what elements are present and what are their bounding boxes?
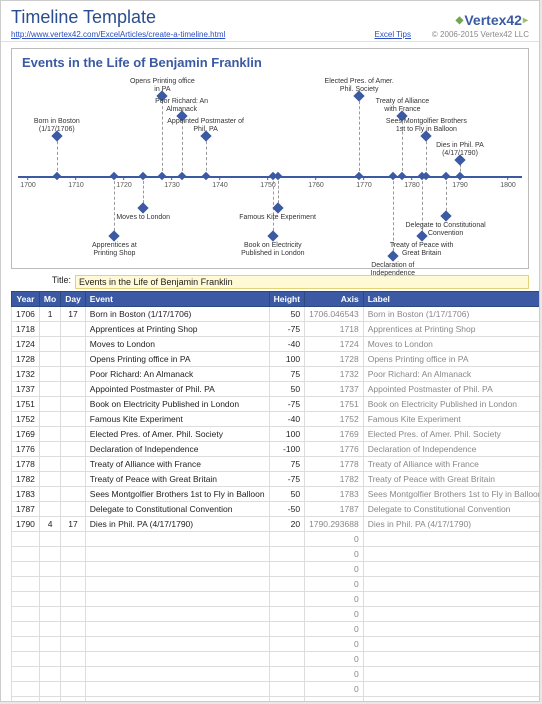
event-label: Treaty of Peace with Great Britain <box>383 242 461 257</box>
table-row[interactable]: 0 <box>12 697 541 703</box>
table-row[interactable]: 1737Appointed Postmaster of Phil. PA5017… <box>12 382 541 397</box>
document-header: Timeline Template ◆ Vertex42 ▸ http://ww… <box>1 1 539 42</box>
col-height: Height <box>269 292 304 307</box>
page-title: Timeline Template <box>11 7 156 28</box>
x-tick: 1700 <box>20 176 36 189</box>
table-row[interactable]: 0 <box>12 652 541 667</box>
table-row[interactable]: 1706117Born in Boston (1/17/1706)501706.… <box>12 307 541 322</box>
event-axis-marker <box>389 172 397 180</box>
col-axis: Axis <box>305 292 364 307</box>
table-title-label: Title: <box>11 275 75 289</box>
table-header-row: Year Mo Day Event Height Axis Label <box>12 292 541 307</box>
event-label: Moves to London <box>112 214 174 222</box>
source-url-link[interactable]: http://www.vertex42.com/ExcelArticles/cr… <box>11 30 278 39</box>
event-label: Delegate to Constitutional Convention <box>403 222 489 237</box>
event-marker <box>267 230 278 241</box>
x-tick: 1710 <box>68 176 84 189</box>
col-year: Year <box>12 292 40 307</box>
table-row[interactable]: 1783Sees Montgolfier Brothers 1st to Fly… <box>12 487 541 502</box>
table-row[interactable]: 1782Treaty of Peace with Great Britain-7… <box>12 472 541 487</box>
table-row[interactable]: 1751Book on Electricity Published in Lon… <box>12 397 541 412</box>
event-marker <box>440 210 451 221</box>
event-marker <box>109 230 120 241</box>
event-axis-marker <box>201 172 209 180</box>
event-axis-marker <box>139 172 147 180</box>
table-row[interactable]: 1718Apprentices at Printing Shop-751718A… <box>12 322 541 337</box>
table-row[interactable]: 1778Treaty of Alliance with France751778… <box>12 457 541 472</box>
event-label: Dies in Phil. PA (4/17/1790) <box>427 142 493 157</box>
event-label: Apprentices at Printing Shop <box>83 242 145 257</box>
table-row[interactable]: 0 <box>12 562 541 577</box>
col-label: Label <box>363 292 540 307</box>
table-row[interactable]: 0 <box>12 667 541 682</box>
table-row[interactable]: 0 <box>12 607 541 622</box>
event-leader-line <box>359 96 360 176</box>
chart-plot-area: 1700171017201730174017501760177017801790… <box>18 70 522 266</box>
table-row[interactable]: 0 <box>12 532 541 547</box>
table-row[interactable]: 1776Declaration of Independence-1001776D… <box>12 442 541 457</box>
table-row[interactable]: 1728Opens Printing office in PA1001728Op… <box>12 352 541 367</box>
event-label: Treaty of Alliance with France <box>369 98 435 113</box>
x-tick: 1720 <box>116 176 132 189</box>
x-tick: 1730 <box>164 176 180 189</box>
table-row[interactable]: 0 <box>12 592 541 607</box>
event-label: Opens Printing office in PA <box>127 78 197 93</box>
col-day: Day <box>61 292 86 307</box>
table-row[interactable]: 0 <box>12 547 541 562</box>
table-row[interactable]: 1724Moves to London-401724Moves to Londo… <box>12 337 541 352</box>
table-row[interactable]: 1752Famous Kite Experiment-401752Famous … <box>12 412 541 427</box>
table-row[interactable]: 1790417Dies in Phil. PA (4/17/1790)20179… <box>12 517 541 532</box>
chart-title: Events in the Life of Benjamin Franklin <box>18 53 522 70</box>
event-marker <box>138 202 149 213</box>
vertex42-logo: ◆ Vertex42 ▸ <box>455 12 529 28</box>
event-label: Elected Pres. of Amer. Phil. Society <box>323 78 395 93</box>
copyright-text: © 2006-2015 Vertex42 LLC <box>419 30 529 39</box>
table-row[interactable]: 1769Elected Pres. of Amer. Phil. Society… <box>12 427 541 442</box>
timeline-chart: Events in the Life of Benjamin Franklin … <box>11 48 529 269</box>
event-leader-line <box>206 136 207 176</box>
event-label: Sees Montgolfier Brothers 1st to Fly in … <box>380 118 472 133</box>
event-label: Appointed Postmaster of Phil. PA <box>166 118 246 133</box>
x-tick: 1780 <box>404 176 420 189</box>
table-row[interactable]: 0 <box>12 622 541 637</box>
event-label: Famous Kite Experiment <box>238 214 318 222</box>
event-label: Poor Richard: An Almanack <box>151 98 213 113</box>
spreadsheet-sheet: { "header": { "title": "Timeline Templat… <box>0 0 540 702</box>
x-tick: 1800 <box>500 176 516 189</box>
col-mo: Mo <box>39 292 60 307</box>
x-tick: 1760 <box>308 176 324 189</box>
data-table-section: Title: Events in the Life of Benjamin Fr… <box>1 275 539 702</box>
table-row[interactable]: 0 <box>12 682 541 697</box>
event-leader-line <box>114 176 115 236</box>
diamond-icon: ▸ <box>523 15 528 26</box>
events-table[interactable]: Year Mo Day Event Height Axis Label 1706… <box>11 291 540 702</box>
event-axis-marker <box>53 172 61 180</box>
x-tick: 1740 <box>212 176 228 189</box>
event-label: Born in Boston (1/17/1706) <box>26 118 88 133</box>
diamond-icon: ◆ <box>456 15 464 26</box>
event-label: Book on Electricity Published in London <box>236 242 310 257</box>
table-row[interactable]: 0 <box>12 577 541 592</box>
excel-tips-link[interactable]: Excel Tips <box>278 30 419 39</box>
event-axis-marker <box>441 172 449 180</box>
table-row[interactable]: 1787Delegate to Constitutional Conventio… <box>12 502 541 517</box>
table-row[interactable]: 1732Poor Richard: An Almanack751732Poor … <box>12 367 541 382</box>
col-event: Event <box>85 292 269 307</box>
event-axis-marker <box>422 172 430 180</box>
table-row[interactable]: 0 <box>12 637 541 652</box>
event-label: Declaration of Independence <box>362 262 424 277</box>
event-leader-line <box>57 136 58 176</box>
table-title-input[interactable]: Events in the Life of Benjamin Franklin <box>75 275 529 289</box>
